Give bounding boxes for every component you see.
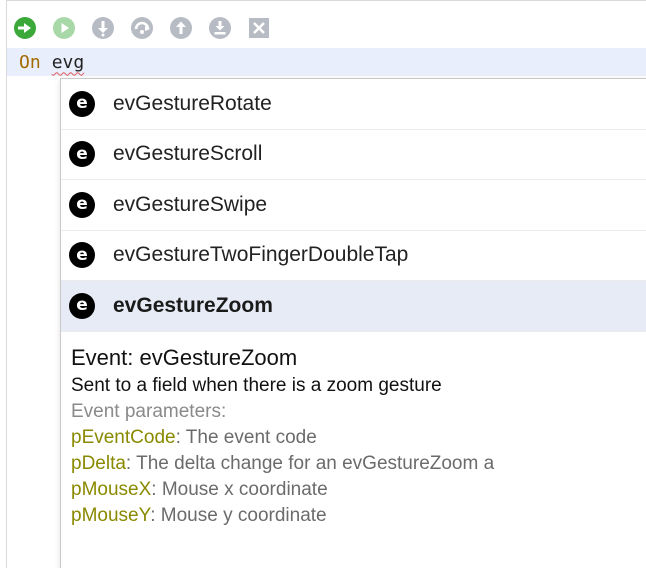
step-over-button[interactable] (129, 15, 155, 41)
current-code-line[interactable]: On evg (7, 48, 646, 76)
step-over-icon (131, 17, 153, 39)
run-button[interactable] (12, 15, 38, 41)
param-desc: : Mouse y coordinate (150, 505, 327, 526)
stop-button[interactable] (246, 15, 272, 41)
step-into-icon (92, 17, 114, 39)
param-name: pMouseY (71, 505, 151, 526)
param-name: pMouseX (71, 479, 152, 500)
param-row: pDelta: The delta change for an evGestur… (71, 451, 646, 477)
play-button[interactable] (51, 15, 77, 41)
param-desc: : The delta change for an evGestureZoom … (125, 453, 495, 474)
step-into-button[interactable] (90, 15, 116, 41)
completion-item-selected[interactable]: e evGestureZoom (61, 281, 646, 332)
param-row: pMouseY: Mouse y coordinate (71, 503, 646, 529)
debug-toolbar (12, 14, 272, 42)
completion-label: evGestureZoom (113, 293, 273, 317)
completion-description: Event: evGestureZoom Sent to a field whe… (71, 343, 646, 529)
event-icon: e (69, 90, 95, 117)
stop-icon (249, 18, 269, 38)
step-out-button[interactable] (168, 15, 194, 41)
param-name: pEventCode (71, 427, 176, 448)
download-button[interactable] (207, 15, 233, 41)
description-summary: Sent to a field when there is a zoom ges… (71, 375, 442, 396)
completion-item[interactable]: e evGestureRotate (61, 79, 646, 130)
autocomplete-popup: e evGestureRotate e evGestureScroll e ev… (60, 78, 646, 568)
handler-keyword: On (19, 51, 41, 73)
step-out-icon (170, 17, 192, 39)
play-icon (53, 17, 75, 39)
completion-label: evGestureScroll (113, 142, 263, 166)
completion-item[interactable]: e evGestureTwoFingerDoubleTap (61, 230, 646, 281)
completion-label: evGestureRotate (113, 91, 272, 115)
description-title: Event: evGestureZoom (71, 345, 298, 370)
param-row: pEventCode: The event code (71, 425, 646, 451)
download-icon (209, 17, 231, 39)
event-icon: e (69, 191, 95, 218)
param-desc: : The event code (175, 427, 317, 448)
event-icon: e (69, 242, 95, 269)
completion-label: evGestureTwoFingerDoubleTap (113, 243, 409, 267)
script-editor-window: On evg e evGestureRotate e evGestureScro… (0, 0, 646, 568)
completion-item[interactable]: e evGestureScroll (61, 129, 646, 180)
completion-item[interactable]: e evGestureSwipe (61, 180, 646, 231)
param-row: pMouseX: Mouse x coordinate (71, 477, 646, 503)
param-desc: : Mouse x coordinate (151, 479, 328, 500)
param-name: pDelta (71, 453, 126, 474)
run-icon (14, 17, 36, 39)
params-heading: Event parameters: (71, 401, 227, 422)
typed-text[interactable]: evg (52, 52, 85, 73)
completion-label: evGestureSwipe (113, 192, 268, 216)
event-icon: e (69, 292, 95, 319)
event-icon: e (69, 141, 95, 168)
